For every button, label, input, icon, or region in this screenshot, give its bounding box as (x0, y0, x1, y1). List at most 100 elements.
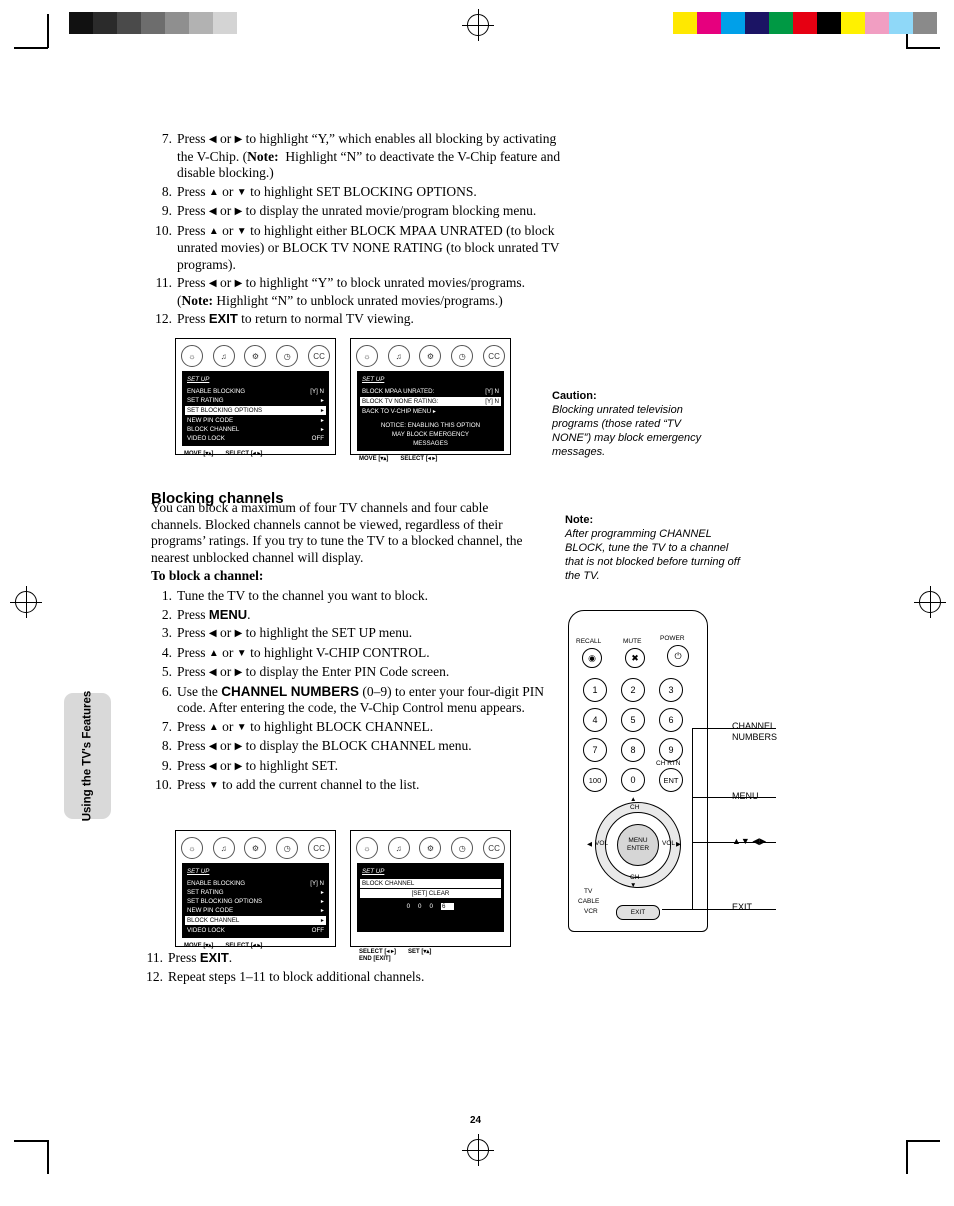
callout-channel-numbers: CHANNEL NUMBERS (732, 721, 778, 742)
timer-icon: ◷ (276, 345, 299, 367)
osd-footer-select: SELECT [◂ ▸] (400, 456, 438, 462)
step-number: 9. (161, 203, 172, 218)
osd-digit: 0 (429, 903, 441, 910)
colorbar-swatch (817, 12, 841, 34)
osd-row-label: ENABLE BLOCKING (187, 388, 246, 395)
callout-menu: MENU (732, 791, 759, 801)
keypad-button-ent[interactable]: ENT (659, 768, 683, 792)
osd-row: SET RATING ▸ (187, 396, 324, 405)
osd-row-label: NEW PIN CODE (187, 907, 234, 914)
list-item: 8. Press ◀ or ▶ to display the BLOCK CHAN… (151, 738, 551, 756)
list-item: 10. Press ▼ to add the current channel to… (151, 777, 551, 795)
list-item: 12. Repeat steps 1–11 to block additional… (142, 969, 542, 986)
osd-row-value: [Y] N (310, 388, 324, 395)
colorbar-swatch (913, 12, 937, 34)
keypad-button-9[interactable]: 9 (659, 738, 683, 762)
colorbar-swatch (865, 12, 889, 34)
list-item: 4. Press ▲ or ▼ to highlight V-CHIP CONTR… (151, 645, 551, 663)
list-item: 11. Press ◀ or ▶ to highlight “Y” to blo… (151, 275, 561, 309)
keypad-button-0[interactable]: 0 (621, 768, 645, 792)
setup-icon: ⚙ (244, 837, 267, 859)
osd-footer-move: MOVE [▾▴] (184, 943, 214, 949)
list-item: 9. Press ◀ or ▶ to display the unrated m… (151, 203, 561, 221)
colorbar-swatch (769, 12, 793, 34)
osd-row-label: BLOCK MPAA UNRATED: (362, 388, 435, 395)
osd-row-label: SET RATING (187, 889, 224, 896)
vol-right-text: VOL (662, 840, 676, 847)
osd-screen-set-blocking-options: ☼ ♫ ⚙ ◷ CC SET UP ENABLE BLOCKING [Y] N S… (175, 338, 336, 457)
keypad-button-6[interactable]: 6 (659, 708, 683, 732)
osd-row-value: OFF (311, 927, 324, 934)
osd-footer-select: SELECT [◂ ▸] (225, 943, 263, 949)
step-text: Press ◀ or ▶ to display the unrated movi… (177, 203, 537, 218)
callout-leader-exit (662, 909, 776, 910)
block-steps-end-list: 11. Press EXIT. 12. Repeat steps 1–11 to b… (142, 950, 542, 987)
keypad-button-8[interactable]: 8 (621, 738, 645, 762)
keypad-button-100[interactable]: 100 (583, 768, 607, 792)
step-number: 7. (161, 718, 172, 734)
subhead-text: To block a channel: (151, 568, 264, 583)
colorbar-swatch (93, 12, 117, 34)
ch-rtn-label: CH RTN (656, 760, 681, 767)
keypad-button-4[interactable]: 4 (583, 708, 607, 732)
mute-button[interactable]: ✖ (625, 648, 645, 668)
keypad-button-2[interactable]: 2 (621, 678, 645, 702)
osd-row-label: BACK TO V-CHIP MENU ▸ (362, 408, 436, 415)
osd-row-label: VIDEO LOCK (187, 435, 225, 442)
step-number: 11. (146, 950, 163, 965)
menu-enter-button[interactable]: MENU ENTER (617, 824, 659, 866)
step-number: 11. (155, 275, 172, 290)
timer-icon: ◷ (276, 837, 299, 859)
keypad-button-5[interactable]: 5 (621, 708, 645, 732)
step-text: Press EXIT. (168, 950, 233, 965)
exit-button[interactable]: EXIT (616, 905, 660, 920)
step-number: 5. (161, 664, 172, 679)
osd-footer: MOVE [▾▴] SELECT [◂ ▸] (351, 455, 510, 462)
crop-mark-tl-v (47, 14, 49, 48)
step-text: Press ◀ or ▶ to highlight “Y” to block u… (177, 275, 525, 308)
list-item: 9. Press ◀ or ▶ to highlight SET. (151, 758, 551, 776)
osd-row: ENABLE BLOCKING [Y] N (187, 879, 324, 888)
osd-block-channel-header: BLOCK CHANNEL (360, 879, 501, 888)
step-text: Press ▲ or ▼ to highlight BLOCK CHANNEL. (177, 718, 434, 734)
osd-row: NEW PIN CODE ▸ (187, 906, 324, 915)
keypad-button-1[interactable]: 1 (583, 678, 607, 702)
step-text: Press MENU. (177, 606, 251, 622)
step-number: 10. (155, 222, 172, 238)
enter-label: ENTER (626, 845, 650, 852)
colorbar-swatch (673, 12, 697, 34)
osd-screen-unrated-blocking: ☼ ♫ ⚙ ◷ CC SET UP BLOCK MPAA UNRATED: [Y]… (350, 338, 511, 462)
osd-row: VIDEO LOCK OFF (187, 434, 324, 443)
osd-row-value: ▸ (320, 907, 324, 914)
osd-screen-body: SET UP ENABLE BLOCKING [Y] N SET RATING ▸ … (182, 371, 329, 446)
osd-row: SET RATING ▸ (187, 888, 324, 897)
osd-screen-body: SET UP ENABLE BLOCKING [Y] N SET RATING ▸ … (182, 863, 329, 938)
osd-row: SET BLOCKING OPTIONS ▸ (187, 897, 324, 906)
registration-mark-left (10, 586, 42, 618)
cable-label: CABLE (578, 898, 600, 905)
keypad-button-7[interactable]: 7 (583, 738, 607, 762)
audio-icon: ♫ (387, 837, 410, 859)
osd-title: SET UP (362, 376, 385, 383)
colorbar-swatch (841, 12, 865, 34)
colorbar-swatch (213, 12, 237, 34)
osd-row-highlighted: BLOCK TV NONE RATING: [Y] N (360, 397, 501, 406)
osd-footer-move: MOVE [▾▴] (359, 456, 389, 462)
crop-mark-tl-h (14, 47, 48, 49)
step-number: 4. (161, 644, 172, 660)
osd-row: BLOCK MPAA UNRATED: [Y] N (362, 387, 499, 396)
picture-icon: ☼ (355, 345, 378, 367)
section-subhead: To block a channel: (151, 568, 263, 585)
step-text: Press ◀ or ▶ to highlight “Y,” which ena… (177, 131, 561, 180)
step-number: 2. (161, 606, 172, 622)
keypad-button-3[interactable]: 3 (659, 678, 683, 702)
list-item: 10. Press ▲ or ▼ to highlight either BLO… (151, 223, 561, 274)
color-colorbar (673, 12, 937, 34)
recall-button[interactable]: ◉ (582, 648, 602, 668)
crop-mark-bl-h (14, 1140, 48, 1142)
osd-set-clear-row: [SET] CLEAR (360, 889, 501, 898)
block-steps-list: 1. Tune the TV to the channel you want to… (151, 588, 551, 797)
vol-left-label: ◀ (587, 841, 592, 848)
power-button[interactable]: ⏻ (667, 645, 689, 667)
step-number: 3. (161, 625, 172, 640)
